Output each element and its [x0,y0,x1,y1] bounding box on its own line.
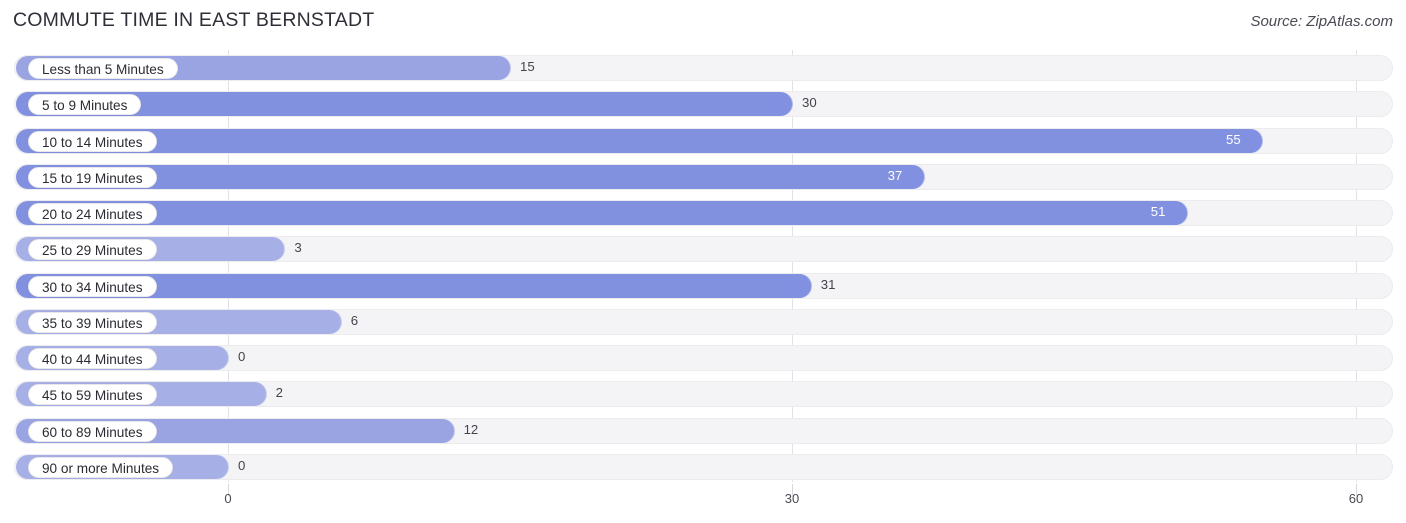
bar-value-label: 15 [520,59,535,74]
bar-value-label: 51 [1150,204,1166,219]
chart-row: 45 to 59 Minutes 2 [0,381,1406,408]
chart-row: 5 to 9 Minutes 30 [0,91,1406,118]
source-attribution: Source: ZipAtlas.com [1250,13,1393,30]
bar-value-label: 37 [887,167,903,183]
bar-end-cap [315,309,342,334]
bar-value-label: 0 [238,349,246,364]
category-label: 90 or more Minutes [28,456,174,478]
bar-value-label: 12 [463,421,479,437]
x-axis: 0 30 60 [0,484,1406,523]
bar-value-label: 6 [350,312,359,328]
category-label: 60 to 89 Minutes [28,420,157,442]
value-bar[interactable] [16,201,1188,225]
bar-value-label: 31 [820,276,836,292]
axis-tick-label: 0 [224,491,232,506]
category-label: 20 to 24 Minutes [28,203,157,224]
chart-row: 90 or more Minutes 0 [0,453,1406,480]
bar-end-cap [1237,128,1263,153]
chart-row: 60 to 89 Minutes 12 [0,417,1406,444]
axis-tick-label: 30 [784,491,800,506]
bar-end-cap [203,454,229,479]
bar-end-cap [203,346,229,370]
plot-area: Less than 5 Minutes 15 5 to 9 Minutes 30 10 … [0,50,1406,490]
bar-end-cap [485,56,511,80]
bar-value-label: 55 [1226,131,1241,147]
category-label: 5 to 9 Minutes [28,94,142,116]
chart-row: Less than 5 Minutes 15 [0,55,1406,81]
category-label: 10 to 14 Minutes [28,130,157,152]
page-title: COMMUTE TIME IN EAST BERNSTADT [13,9,375,31]
category-label: 30 to 34 Minutes [28,275,157,297]
category-label: 40 to 44 Minutes [28,348,157,369]
category-label: 15 to 19 Minutes [28,166,157,188]
chart-row: 35 to 39 Minutes 6 [0,308,1406,335]
category-label: 45 to 59 Minutes [28,384,157,406]
bar-end-cap [767,92,793,117]
chart-row: 40 to 44 Minutes 0 [0,345,1406,371]
category-label: Less than 5 Minutes [28,58,178,79]
bar-end-cap [240,382,267,407]
commute-time-chart: COMMUTE TIME IN EAST BERNSTADT Source: Z… [0,0,1406,523]
bar-end-cap [898,164,925,189]
axis-tick-label: 60 [1348,491,1364,506]
bar-value-label: 2 [275,385,283,401]
category-label: 25 to 29 Minutes [28,239,157,261]
chart-row: 20 to 24 Minutes 51 [0,200,1406,226]
bar-value-label: 3 [294,240,302,256]
bar-value-label: 0 [238,457,246,473]
bar-end-cap [1161,201,1188,225]
chart-row: 25 to 29 Minutes 3 [0,236,1406,263]
bar-value-label: 30 [802,95,817,111]
chart-row: 10 to 14 Minutes 55 [0,127,1406,154]
bar-end-cap [785,273,812,298]
category-label: 35 to 39 Minutes [28,311,157,333]
chart-row: 15 to 19 Minutes 37 [0,163,1406,190]
chart-row: 30 to 34 Minutes 31 [0,272,1406,299]
value-bar[interactable] [16,128,1263,153]
bar-end-cap [428,418,455,443]
